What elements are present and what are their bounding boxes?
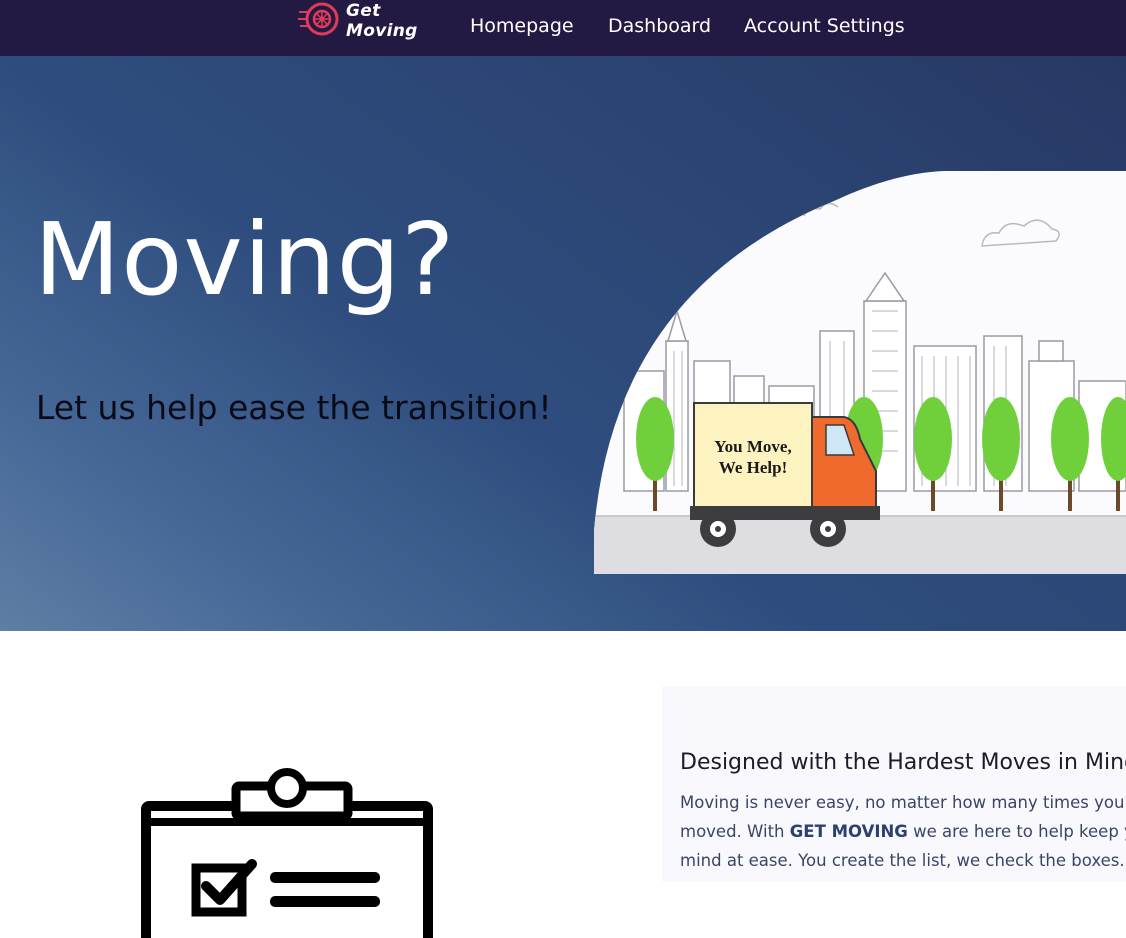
feature-description: Moving is never easy, no matter how many…: [680, 788, 1126, 875]
feature-brand-emphasis: GET MOVING: [789, 822, 908, 841]
nav-account-settings[interactable]: Account Settings: [744, 13, 905, 39]
nav-dashboard[interactable]: Dashboard: [608, 13, 711, 39]
brand-name: Get Moving: [346, 1, 418, 41]
hero-section: Moving? Let us help ease the transition!: [0, 56, 1126, 631]
brand-logo[interactable]: Get Moving: [298, 0, 423, 46]
feature-body-line1: Moving is never easy, no matter how many…: [680, 793, 1126, 812]
navbar: Get Moving Homepage Dashboard Account Se…: [0, 0, 1126, 56]
truck-sign-line1: You Move,: [714, 437, 791, 456]
feature-text-panel: Designed with the Hardest Moves in Mind …: [662, 686, 1126, 882]
brand-name-line2: Moving: [346, 21, 418, 41]
nav-homepage[interactable]: Homepage: [470, 13, 574, 39]
feature-body-line2-end: we are here to help keep your: [913, 822, 1126, 841]
feature-body-line2: moved. With GET MOVING we are here to he…: [680, 817, 1126, 846]
hero-subtitle: Let us help ease the transition!: [36, 388, 552, 427]
feature-body-line3: mind at ease. You create the list, we ch…: [680, 851, 1125, 870]
hero-title: Moving?: [34, 201, 456, 318]
truck-sign-line2: We Help!: [719, 458, 787, 477]
moving-truck-illustration: You Move, We Help!: [594, 171, 1126, 574]
feature-body-line2-start: moved. With: [680, 822, 790, 841]
feature-image-panel: [0, 686, 662, 938]
wheel-icon: [298, 2, 339, 36]
checklist-clipboard-icon: [141, 768, 433, 938]
feature-section: Designed with the Hardest Moves in Mind …: [0, 631, 1126, 938]
feature-heading: Designed with the Hardest Moves in Mind: [680, 750, 1126, 775]
brand-name-line1: Get: [346, 1, 381, 21]
